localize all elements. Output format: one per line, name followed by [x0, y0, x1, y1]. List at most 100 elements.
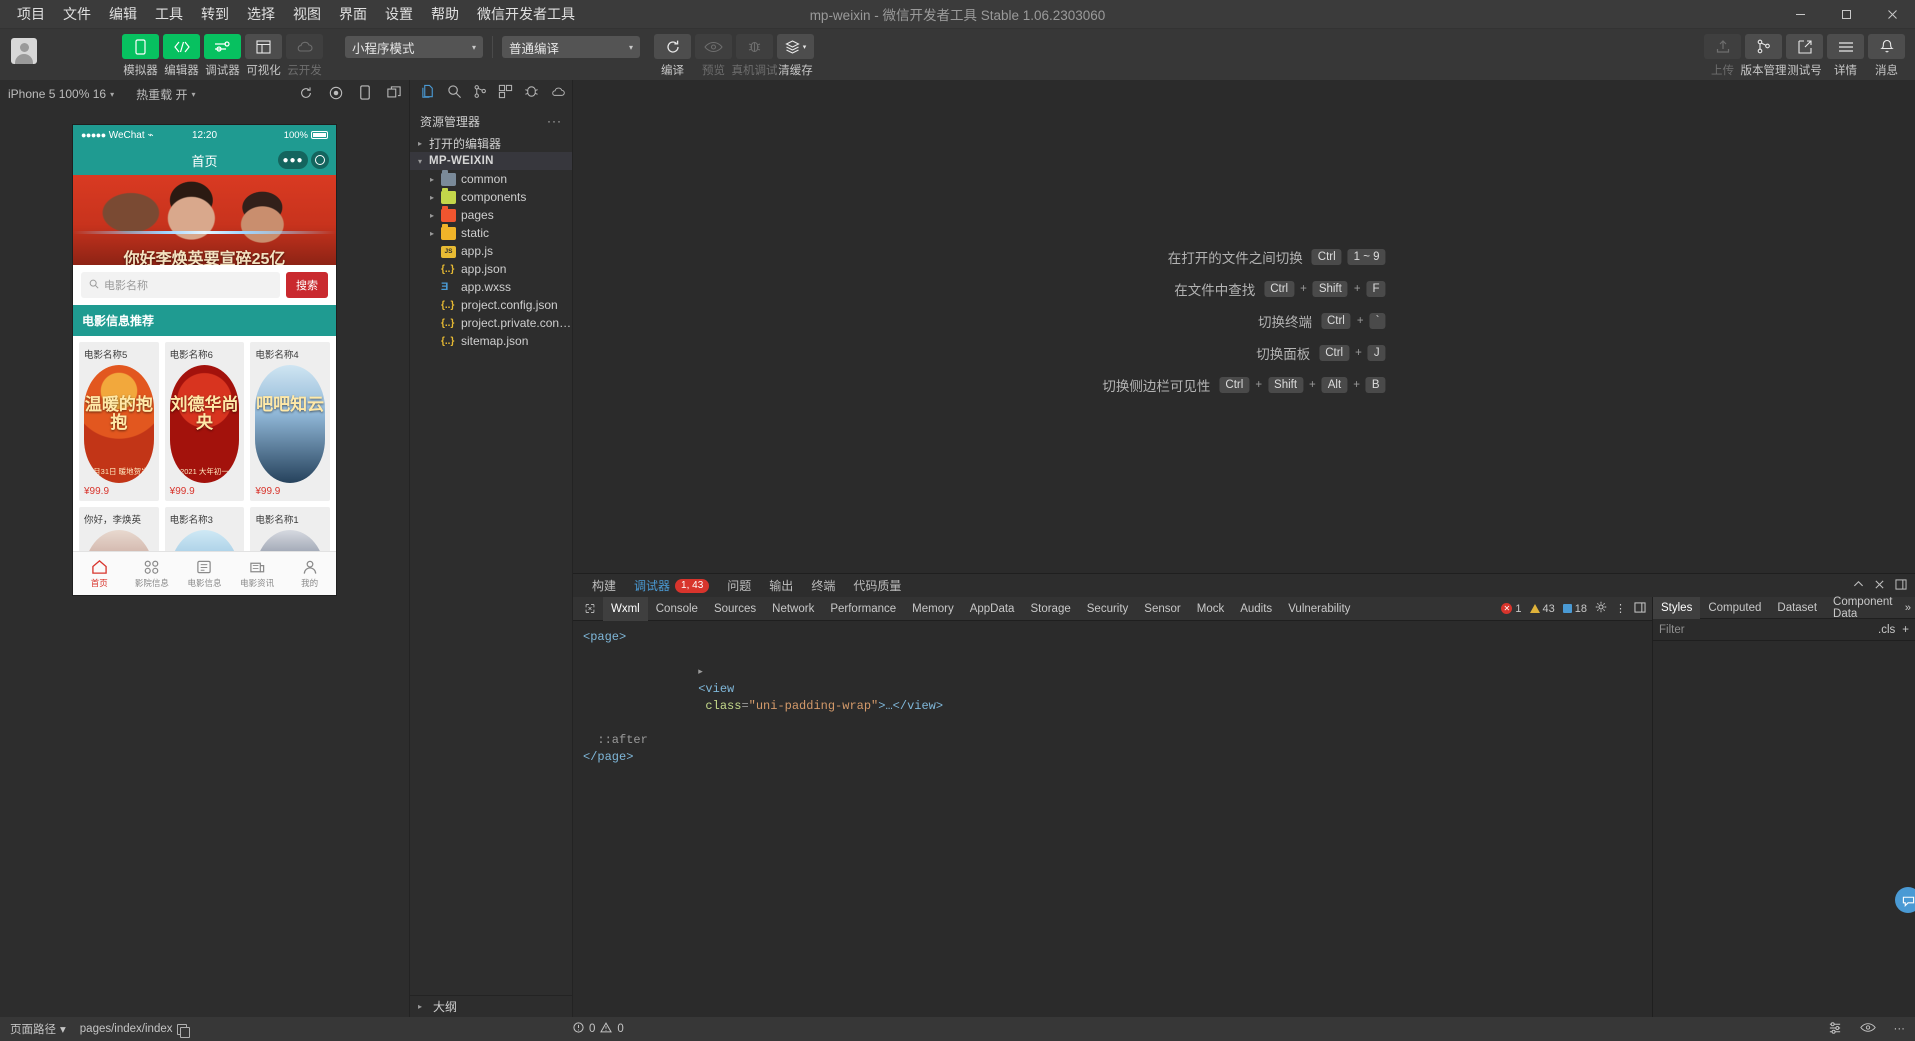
problems-summary[interactable]: 0 0: [573, 1022, 624, 1036]
chevron-up-icon[interactable]: [1853, 579, 1864, 593]
avatar[interactable]: [11, 38, 37, 64]
inspect-element-icon[interactable]: [577, 597, 603, 621]
panel-tab-output[interactable]: 输出: [760, 574, 802, 597]
panel-tab-debugger[interactable]: 调试器 1, 43: [625, 574, 718, 597]
search-button[interactable]: 搜索: [286, 272, 328, 298]
device-select[interactable]: iPhone 5 100% 16 ▾: [8, 87, 114, 101]
menu-item-interface[interactable]: 界面: [330, 0, 376, 28]
tree-file-project-private-config[interactable]: {..} project.private.config.js...: [410, 314, 572, 332]
menu-item-project[interactable]: 项目: [8, 0, 54, 28]
filter-input[interactable]: Filter: [1659, 624, 1685, 636]
compile-button[interactable]: 编译: [654, 34, 691, 78]
warning-count[interactable]: 43: [1529, 603, 1555, 615]
refresh-icon[interactable]: [299, 86, 313, 103]
movie-card[interactable]: 电影名称4 吧吧知云 ¥99.9: [250, 342, 330, 501]
wxml-line[interactable]: ▸ <view class="uni-padding-wrap">…</view…: [583, 646, 1642, 732]
devtools-tab-storage[interactable]: Storage: [1022, 597, 1078, 621]
feedback-icon[interactable]: [1895, 887, 1915, 913]
device-debug-button[interactable]: 真机调试: [732, 34, 778, 78]
branch-icon[interactable]: [473, 84, 487, 104]
minimize-button[interactable]: [1777, 0, 1823, 29]
clear-cache-button[interactable]: ▾ 清缓存: [777, 34, 814, 78]
tree-file-app-wxss[interactable]: Ǝ app.wxss: [410, 278, 572, 296]
styles-tab-styles[interactable]: Styles: [1653, 596, 1701, 619]
devtools-tab-sensor[interactable]: Sensor: [1136, 597, 1188, 621]
tree-file-sitemap[interactable]: {..} sitemap.json: [410, 332, 572, 350]
test-account-button[interactable]: 测试号: [1786, 34, 1823, 78]
toolbar-visual-button[interactable]: 可视化: [245, 34, 282, 78]
devtools-tab-mock[interactable]: Mock: [1189, 597, 1232, 621]
devtools-tab-console[interactable]: Console: [648, 597, 706, 621]
panel-tab-code-quality[interactable]: 代码质量: [844, 574, 910, 597]
tree-folder-pages[interactable]: ▸ pages: [410, 206, 572, 224]
menu-item-settings[interactable]: 设置: [376, 0, 422, 28]
more-icon[interactable]: ···: [1894, 1023, 1906, 1035]
cls-button[interactable]: .cls: [1878, 624, 1895, 636]
tree-folder-static[interactable]: ▸ static: [410, 224, 572, 242]
styles-tab-component-data[interactable]: Component Data: [1825, 596, 1915, 620]
toolbar-debugger-button[interactable]: 调试器: [204, 34, 241, 78]
page-path-select[interactable]: 页面路径 ▾: [10, 1021, 66, 1037]
menu-item-edit[interactable]: 编辑: [100, 0, 146, 28]
tabbar-item-cinema[interactable]: 影院信息: [126, 552, 179, 595]
devtools-tab-network[interactable]: Network: [764, 597, 822, 621]
preview-button[interactable]: 预览: [695, 34, 732, 78]
tabbar-item-home[interactable]: 首页: [73, 552, 126, 595]
tabbar-item-news[interactable]: 电影资讯: [231, 552, 284, 595]
hotreload-select[interactable]: 热重载 开 ▾: [136, 86, 195, 103]
error-count[interactable]: ✕ 1: [1501, 603, 1522, 615]
close-button[interactable]: [1869, 0, 1915, 29]
maximize-panel-icon[interactable]: [1895, 578, 1907, 593]
info-count[interactable]: 18: [1562, 603, 1587, 615]
rotate-icon[interactable]: [359, 85, 371, 103]
panel-tab-problems[interactable]: 问题: [718, 574, 760, 597]
menu-item-select[interactable]: 选择: [238, 0, 284, 28]
menu-item-view[interactable]: 视图: [284, 0, 330, 28]
devtools-tab-wxml[interactable]: Wxml: [603, 596, 648, 621]
phone-banner[interactable]: 你好李焕英要宣碎25亿: [73, 175, 336, 265]
tree-file-app-js[interactable]: JS app.js: [410, 242, 572, 260]
more-dots-icon[interactable]: ●●●: [278, 151, 308, 169]
tree-folder-common[interactable]: ▸ common: [410, 170, 572, 188]
upload-button[interactable]: 上传: [1704, 34, 1741, 78]
files-icon[interactable]: [421, 84, 436, 104]
tree-file-app-json[interactable]: {..} app.json: [410, 260, 572, 278]
devtools-tab-audits[interactable]: Audits: [1232, 597, 1280, 621]
details-button[interactable]: 详情: [1827, 34, 1864, 78]
target-icon[interactable]: [311, 151, 329, 169]
devtools-tab-security[interactable]: Security: [1079, 597, 1137, 621]
debug-icon[interactable]: [524, 84, 539, 104]
menu-item-devtools[interactable]: 微信开发者工具: [468, 0, 584, 28]
record-icon[interactable]: [329, 86, 343, 103]
menu-item-file[interactable]: 文件: [54, 0, 100, 28]
menu-item-goto[interactable]: 转到: [192, 0, 238, 28]
more-icon[interactable]: ⋮: [1615, 602, 1626, 615]
close-icon[interactable]: [1874, 579, 1885, 593]
mode-select[interactable]: 小程序模式 ▾: [345, 36, 483, 58]
tabbar-item-profile[interactable]: 我的: [283, 552, 336, 595]
phone-preview[interactable]: ●●●●● WeChat ⌁ 12:20 100% 首页 ●●● 你好李焕英要宣…: [73, 125, 336, 595]
cloud-icon[interactable]: [550, 85, 566, 103]
outline-section[interactable]: ▸ 大纲: [410, 995, 572, 1017]
eye-icon[interactable]: [1859, 1022, 1876, 1036]
extensions-icon[interactable]: [498, 84, 513, 104]
messages-button[interactable]: 消息: [1868, 34, 1905, 78]
menu-item-help[interactable]: 帮助: [422, 0, 468, 28]
copy-icon[interactable]: [176, 1023, 190, 1038]
toolbar-cloud-button[interactable]: 云开发: [286, 34, 323, 78]
devtools-tab-appdata[interactable]: AppData: [962, 597, 1023, 621]
more-icon[interactable]: ···: [547, 114, 562, 128]
tabbar-item-movie-info[interactable]: 电影信息: [178, 552, 231, 595]
more-tabs-icon[interactable]: »: [1905, 602, 1911, 614]
toolbar-editor-button[interactable]: 编辑器: [163, 34, 200, 78]
devtools-tab-memory[interactable]: Memory: [904, 597, 962, 621]
settings-icon[interactable]: [1828, 1021, 1842, 1038]
tree-folder-components[interactable]: ▸ components: [410, 188, 572, 206]
maximize-panel-icon[interactable]: [1634, 601, 1646, 616]
movie-card[interactable]: 电影名称5 温暖的抱抱 2月31日 暖地贺岁 ¥99.9: [79, 342, 159, 501]
panel-tab-terminal[interactable]: 终端: [802, 574, 844, 597]
devtools-tab-vulnerability[interactable]: Vulnerability: [1280, 597, 1358, 621]
search-icon[interactable]: [447, 84, 462, 104]
devtools-tab-performance[interactable]: Performance: [822, 597, 904, 621]
wxml-tree[interactable]: <page> ▸ <view class="uni-padding-wrap">…: [573, 621, 1652, 1017]
